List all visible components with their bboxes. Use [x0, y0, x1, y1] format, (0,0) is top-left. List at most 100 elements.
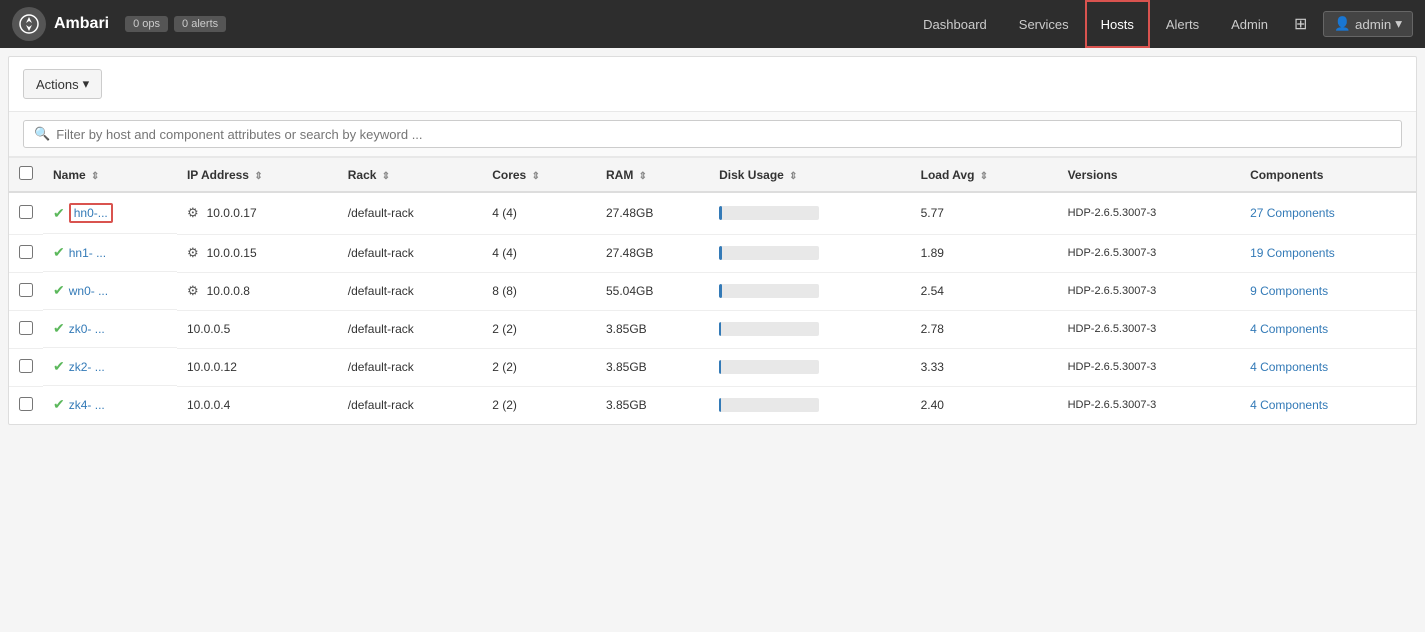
disk-bar-fill-hn0	[719, 206, 722, 220]
disk-bar-fill-hn1	[719, 246, 722, 260]
ip-sort-icon: ⇕	[254, 171, 262, 182]
nav-alerts[interactable]: Alerts	[1150, 0, 1215, 48]
load-avg-zk0: 2.78	[911, 310, 1058, 348]
actions-button[interactable]: Actions ▾	[23, 69, 102, 99]
components-hn1[interactable]: 19 Components	[1240, 234, 1416, 272]
nav-admin[interactable]: Admin	[1215, 0, 1284, 48]
brand-logo	[12, 7, 46, 41]
version-zk0: HDP-2.6.5.3007-3	[1058, 310, 1240, 348]
components-link-zk4[interactable]: 4 Components	[1250, 398, 1328, 412]
ram-zk2: 3.85GB	[596, 348, 709, 386]
ip-cell-zk4: 10.0.0.4	[187, 398, 328, 412]
disk-bar-fill-zk4	[719, 398, 721, 412]
disk-sort-icon: ⇕	[789, 171, 797, 182]
select-all-checkbox[interactable]	[19, 166, 33, 180]
ip-cell-wn0: ⚙ 10.0.0.8	[187, 283, 328, 299]
ip-wn0: 10.0.0.8	[207, 284, 250, 298]
admin-button[interactable]: 👤 admin ▾	[1323, 11, 1413, 37]
actions-bar: Actions ▾	[9, 57, 1416, 112]
search-icon: 🔍	[34, 126, 50, 142]
row-checkbox-wn0[interactable]	[19, 283, 33, 297]
host-link-zk4[interactable]: zk4- ...	[69, 398, 105, 412]
disk-usage-wn0	[709, 272, 911, 310]
rack-hn1: /default-rack	[338, 234, 482, 272]
rack-sort-icon: ⇕	[382, 171, 390, 182]
table-row: ✔ hn0-...⚙10.0.0.17/default-rack4 (4)27.…	[9, 192, 1416, 234]
components-link-wn0[interactable]: 9 Components	[1250, 284, 1328, 298]
brand-title: Ambari	[54, 15, 109, 33]
components-zk2[interactable]: 4 Components	[1240, 348, 1416, 386]
status-icon-zk4: ✔	[53, 396, 65, 413]
ip-hn0: 10.0.0.17	[207, 206, 257, 220]
status-icon-zk2: ✔	[53, 358, 65, 375]
nav-services[interactable]: Services	[1003, 0, 1085, 48]
actions-label: Actions	[36, 77, 79, 92]
table-body: ✔ hn0-...⚙10.0.0.17/default-rack4 (4)27.…	[9, 192, 1416, 424]
components-link-hn0[interactable]: 27 Components	[1250, 206, 1335, 220]
components-wn0[interactable]: 9 Components	[1240, 272, 1416, 310]
row-checkbox-hn1[interactable]	[19, 245, 33, 259]
nav-dashboard[interactable]: Dashboard	[907, 0, 1003, 48]
page-content: Actions ▾ 🔍 Name ⇕ IP Address ⇕	[8, 56, 1417, 425]
row-checkbox-zk0[interactable]	[19, 321, 33, 335]
header-load[interactable]: Load Avg ⇕	[911, 158, 1058, 193]
host-link-wn0[interactable]: wn0- ...	[69, 284, 108, 298]
settings-icon-hn1[interactable]: ⚙	[187, 245, 199, 261]
header-rack[interactable]: Rack ⇕	[338, 158, 482, 193]
navbar-links: Dashboard Services Hosts Alerts Admin ⊞ …	[907, 0, 1413, 48]
brand: Ambari	[12, 7, 109, 41]
version-hn0: HDP-2.6.5.3007-3	[1058, 192, 1240, 234]
components-link-zk2[interactable]: 4 Components	[1250, 360, 1328, 374]
ip-zk2: 10.0.0.12	[187, 360, 237, 374]
disk-usage-zk4	[709, 386, 911, 424]
disk-bar-wrap-zk0	[719, 322, 819, 336]
header-ram[interactable]: RAM ⇕	[596, 158, 709, 193]
table-row: ✔ zk4- ...10.0.0.4/default-rack2 (2)3.85…	[9, 386, 1416, 424]
table-header-row: Name ⇕ IP Address ⇕ Rack ⇕ Cores ⇕ RAM	[9, 158, 1416, 193]
ram-zk4: 3.85GB	[596, 386, 709, 424]
rack-zk4: /default-rack	[338, 386, 482, 424]
header-ip[interactable]: IP Address ⇕	[177, 158, 338, 193]
ip-cell-zk0: 10.0.0.5	[187, 322, 328, 336]
navbar-badges: 0 ops 0 alerts	[125, 16, 226, 32]
disk-bar-wrap-hn1	[719, 246, 819, 260]
header-name[interactable]: Name ⇕	[43, 158, 177, 193]
row-checkbox-hn0[interactable]	[19, 205, 33, 219]
components-hn0[interactable]: 27 Components	[1240, 192, 1416, 234]
settings-icon-wn0[interactable]: ⚙	[187, 283, 199, 299]
filter-input-wrap: 🔍	[23, 120, 1402, 148]
actions-caret: ▾	[83, 76, 90, 92]
filter-input[interactable]	[56, 127, 1391, 142]
row-checkbox-zk2[interactable]	[19, 359, 33, 373]
grid-icon[interactable]: ⊞	[1284, 14, 1317, 34]
host-link-zk2[interactable]: zk2- ...	[69, 360, 105, 374]
version-zk2: HDP-2.6.5.3007-3	[1058, 348, 1240, 386]
ops-badge[interactable]: 0 ops	[125, 16, 168, 32]
table-row: ✔ hn1- ...⚙10.0.0.15/default-rack4 (4)27…	[9, 234, 1416, 272]
disk-usage-hn0	[709, 192, 911, 234]
row-checkbox-zk4[interactable]	[19, 397, 33, 411]
header-cores[interactable]: Cores ⇕	[482, 158, 596, 193]
components-link-hn1[interactable]: 19 Components	[1250, 246, 1335, 260]
settings-icon-hn0[interactable]: ⚙	[187, 205, 199, 221]
nav-hosts[interactable]: Hosts	[1085, 0, 1150, 48]
version-hn1: HDP-2.6.5.3007-3	[1058, 234, 1240, 272]
host-link-hn1[interactable]: hn1- ...	[69, 246, 106, 260]
load-sort-icon: ⇕	[980, 171, 988, 182]
components-zk0[interactable]: 4 Components	[1240, 310, 1416, 348]
disk-bar-wrap-zk4	[719, 398, 819, 412]
alerts-badge[interactable]: 0 alerts	[174, 16, 226, 32]
components-zk4[interactable]: 4 Components	[1240, 386, 1416, 424]
disk-bar-fill-zk0	[719, 322, 721, 336]
load-avg-hn1: 1.89	[911, 234, 1058, 272]
rack-zk0: /default-rack	[338, 310, 482, 348]
cores-sort-icon: ⇕	[532, 171, 540, 182]
host-link-hn0[interactable]: hn0-...	[74, 206, 108, 220]
table-row: ✔ zk2- ...10.0.0.12/default-rack2 (2)3.8…	[9, 348, 1416, 386]
components-link-zk0[interactable]: 4 Components	[1250, 322, 1328, 336]
status-icon-zk0: ✔	[53, 320, 65, 337]
table-row: ✔ zk0- ...10.0.0.5/default-rack2 (2)3.85…	[9, 310, 1416, 348]
header-disk[interactable]: Disk Usage ⇕	[709, 158, 911, 193]
host-link-zk0[interactable]: zk0- ...	[69, 322, 105, 336]
ip-cell-hn1: ⚙10.0.0.15	[187, 245, 328, 261]
